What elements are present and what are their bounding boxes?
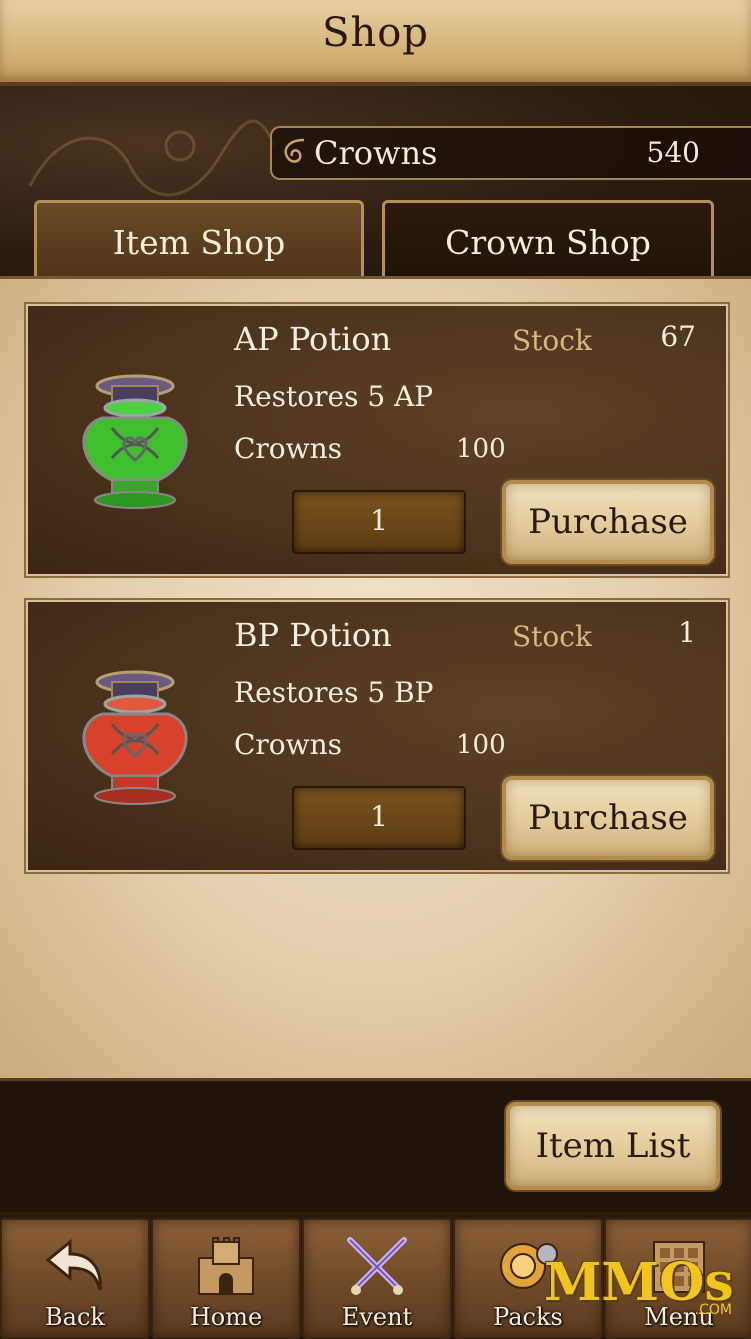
item-card-bp-potion: BP Potion Stock 1 Restores 5 BP Crowns 1… xyxy=(26,600,728,872)
item-name: AP Potion xyxy=(234,320,392,358)
item-name: BP Potion xyxy=(234,616,392,654)
quantity-value: 1 xyxy=(370,800,388,833)
item-description: Restores 5 AP xyxy=(234,380,434,413)
stock-value: 67 xyxy=(660,320,696,353)
price-label: Crowns xyxy=(234,728,343,761)
mmos-watermark-logo: MMOs .COM xyxy=(540,1252,740,1322)
header-bar: Shop xyxy=(0,0,751,86)
purchase-button-label: Purchase xyxy=(528,798,688,838)
price-label: Crowns xyxy=(234,432,343,465)
price-value: 100 xyxy=(456,434,506,464)
quantity-value: 1 xyxy=(370,504,388,537)
crossed-swords-icon xyxy=(347,1237,407,1295)
nav-event-label: Event xyxy=(341,1303,413,1331)
item-list-button[interactable]: Item List xyxy=(506,1102,720,1190)
stock-label: Stock xyxy=(512,324,592,357)
currency-value: 540 xyxy=(646,136,700,169)
nav-back[interactable]: Back xyxy=(0,1218,150,1339)
tab-crown-shop-label: Crown Shop xyxy=(445,223,651,262)
quantity-selector[interactable]: 1 xyxy=(292,786,466,850)
currency-display: Crowns 540 xyxy=(270,126,751,180)
nav-back-label: Back xyxy=(45,1303,105,1331)
castle-icon xyxy=(198,1237,254,1295)
item-card-ap-potion: AP Potion Stock 67 Restores 5 AP Crowns … xyxy=(26,304,728,576)
nav-home-label: Home xyxy=(189,1303,263,1331)
green-potion-icon xyxy=(82,374,188,509)
item-list-button-label: Item List xyxy=(535,1126,691,1166)
price-value: 100 xyxy=(456,730,506,760)
purchase-button[interactable]: Purchase xyxy=(502,480,714,564)
stock-label: Stock xyxy=(512,620,592,653)
tab-item-shop[interactable]: Item Shop xyxy=(34,200,364,279)
nav-home[interactable]: Home xyxy=(151,1218,301,1339)
back-arrow-icon xyxy=(45,1238,102,1291)
red-potion-icon xyxy=(82,670,188,805)
page-title: Shop xyxy=(322,10,429,56)
stock-value: 1 xyxy=(678,616,696,649)
ornate-curl-icon xyxy=(284,138,305,163)
quantity-selector[interactable]: 1 xyxy=(292,490,466,554)
currency-label: Crowns xyxy=(314,134,438,172)
item-description: Restores 5 BP xyxy=(234,676,434,709)
nav-event[interactable]: Event xyxy=(302,1218,452,1339)
watermark-sub: .COM xyxy=(694,1302,732,1318)
tab-item-shop-label: Item Shop xyxy=(112,223,286,262)
purchase-button[interactable]: Purchase xyxy=(502,776,714,860)
purchase-button-label: Purchase xyxy=(528,502,688,542)
tab-crown-shop[interactable]: Crown Shop xyxy=(382,200,714,279)
